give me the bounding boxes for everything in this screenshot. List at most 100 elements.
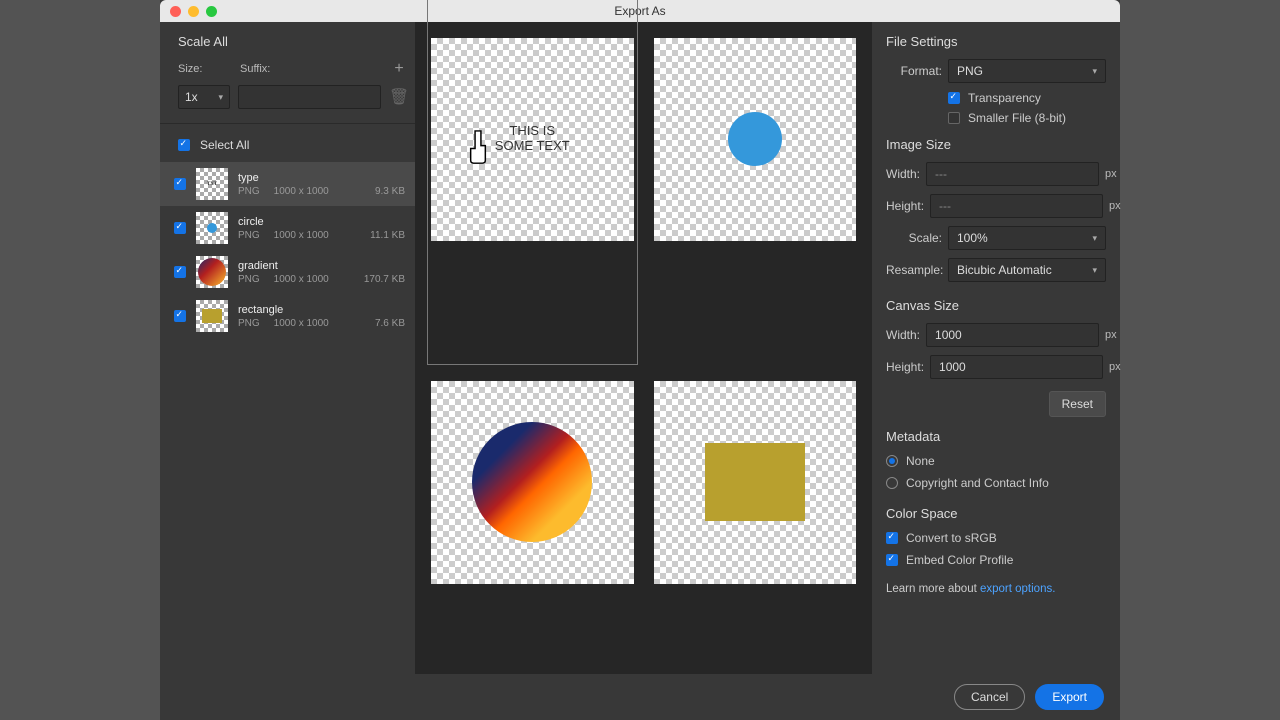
embed-profile-checkbox[interactable]: [886, 554, 898, 566]
embed-profile-label: Embed Color Profile: [906, 553, 1013, 567]
canvas-width-input[interactable]: [926, 323, 1099, 347]
scale-select-right[interactable]: 100%▾: [948, 226, 1106, 250]
dialog-footer: Cancel Export: [160, 674, 1120, 720]
transparency-checkbox[interactable]: [948, 92, 960, 104]
delete-scale-icon[interactable]: 🗑: [389, 87, 409, 107]
suffix-label: Suffix:: [240, 63, 375, 75]
asset-row-rectangle[interactable]: rectangle PNG 1000 x 1000 7.6 KB: [160, 294, 415, 338]
asset-dim: 1000 x 1000: [274, 230, 347, 241]
chevron-down-icon: ▾: [1092, 265, 1097, 276]
gradient-shape: [472, 422, 592, 542]
chevron-down-icon: ▾: [1092, 66, 1097, 77]
srgb-checkbox[interactable]: [886, 532, 898, 544]
metadata-copyright-label: Copyright and Contact Info: [906, 476, 1049, 490]
canvas-height-input[interactable]: [930, 355, 1103, 379]
asset-format: PNG: [238, 186, 260, 197]
asset-thumb: [196, 256, 228, 288]
asset-thumb: [196, 212, 228, 244]
resample-select[interactable]: Bicubic Automatic▾: [948, 258, 1106, 282]
learn-more: Learn more about export options.: [886, 583, 1106, 595]
metadata-title: Metadata: [886, 429, 1106, 444]
scale-value: 1x: [185, 90, 198, 104]
chevron-down-icon: ▾: [218, 92, 223, 103]
asset-name: gradient: [238, 260, 405, 272]
px-unit: px: [1109, 361, 1121, 373]
preview-circle[interactable]: [654, 38, 857, 241]
srgb-label: Convert to sRGB: [906, 531, 997, 545]
asset-name: rectangle: [238, 304, 405, 316]
rectangle-shape: [705, 443, 805, 521]
asset-row-circle[interactable]: circle PNG 1000 x 1000 11.1 KB: [160, 206, 415, 250]
add-scale-icon[interactable]: +: [389, 59, 409, 79]
preview-type[interactable]: THIS ISSOME TEXT: [431, 38, 634, 241]
asset-thumb: TXT: [196, 168, 228, 200]
canvas-width-label: Width:: [886, 328, 920, 342]
circle-shape: [728, 112, 782, 166]
asset-list: TXT type PNG 1000 x 1000 9.3 KB cir: [160, 162, 415, 338]
asset-checkbox[interactable]: [174, 266, 186, 278]
asset-format: PNG: [238, 230, 260, 241]
asset-size: 170.7 KB: [361, 274, 405, 285]
asset-thumb: [196, 300, 228, 332]
resample-label: Resample:: [886, 263, 942, 277]
scale-select[interactable]: 1x ▾: [178, 85, 230, 109]
size-label: Size:: [178, 63, 226, 75]
image-height-input[interactable]: [930, 194, 1103, 218]
asset-name: type: [238, 172, 405, 184]
asset-size: 9.3 KB: [361, 186, 405, 197]
asset-size: 11.1 KB: [361, 230, 405, 241]
suffix-input[interactable]: [238, 85, 381, 109]
scale-all-title: Scale All: [178, 34, 409, 49]
scale-label: Scale:: [886, 231, 942, 245]
px-unit: px: [1109, 200, 1121, 212]
window-title: Export As: [614, 4, 665, 18]
asset-dim: 1000 x 1000: [274, 274, 347, 285]
right-panel: File Settings Format: PNG▾ Transparency …: [872, 22, 1120, 720]
image-size-title: Image Size: [886, 137, 1106, 152]
asset-row-gradient[interactable]: gradient PNG 1000 x 1000 170.7 KB: [160, 250, 415, 294]
canvas-height-label: Height:: [886, 360, 924, 374]
preview-text: THIS ISSOME TEXT: [495, 124, 570, 154]
px-unit: px: [1105, 329, 1117, 341]
smaller-file-label: Smaller File (8-bit): [968, 111, 1066, 125]
px-unit: px: [1105, 168, 1117, 180]
transparency-label: Transparency: [968, 91, 1041, 105]
reset-button[interactable]: Reset: [1049, 391, 1106, 417]
height-label: Height:: [886, 199, 924, 213]
width-label: Width:: [886, 167, 920, 181]
export-as-dialog: Export As Scale All Size: Suffix: + 1x ▾…: [160, 0, 1120, 720]
metadata-none-radio[interactable]: [886, 455, 898, 467]
preview-pane: THIS ISSOME TEXT: [415, 22, 872, 720]
asset-format: PNG: [238, 274, 260, 285]
format-label: Format:: [886, 64, 942, 78]
cancel-button[interactable]: Cancel: [954, 684, 1025, 710]
left-panel: Scale All Size: Suffix: + 1x ▾ 🗑 Select …: [160, 22, 415, 720]
asset-checkbox[interactable]: [174, 222, 186, 234]
close-window-icon[interactable]: [170, 6, 181, 17]
export-button[interactable]: Export: [1035, 684, 1104, 710]
asset-checkbox[interactable]: [174, 178, 186, 190]
titlebar: Export As: [160, 0, 1120, 22]
select-all-label: Select All: [200, 138, 249, 152]
asset-format: PNG: [238, 318, 260, 329]
asset-row-type[interactable]: TXT type PNG 1000 x 1000 9.3 KB: [160, 162, 415, 206]
select-all-checkbox[interactable]: [178, 139, 190, 151]
asset-dim: 1000 x 1000: [274, 186, 347, 197]
file-settings-title: File Settings: [886, 34, 1106, 49]
metadata-none-label: None: [906, 454, 935, 468]
maximize-window-icon[interactable]: [206, 6, 217, 17]
chevron-down-icon: ▾: [1092, 233, 1097, 244]
asset-checkbox[interactable]: [174, 310, 186, 322]
minimize-window-icon[interactable]: [188, 6, 199, 17]
asset-size: 7.6 KB: [361, 318, 405, 329]
smaller-file-checkbox[interactable]: [948, 112, 960, 124]
colorspace-title: Color Space: [886, 506, 1106, 521]
preview-gradient[interactable]: [431, 381, 634, 584]
image-width-input[interactable]: [926, 162, 1099, 186]
asset-name: circle: [238, 216, 405, 228]
format-select[interactable]: PNG▾: [948, 59, 1106, 83]
preview-rectangle[interactable]: [654, 381, 857, 584]
export-options-link[interactable]: export options.: [980, 583, 1055, 595]
canvas-size-title: Canvas Size: [886, 298, 1106, 313]
metadata-copyright-radio[interactable]: [886, 477, 898, 489]
